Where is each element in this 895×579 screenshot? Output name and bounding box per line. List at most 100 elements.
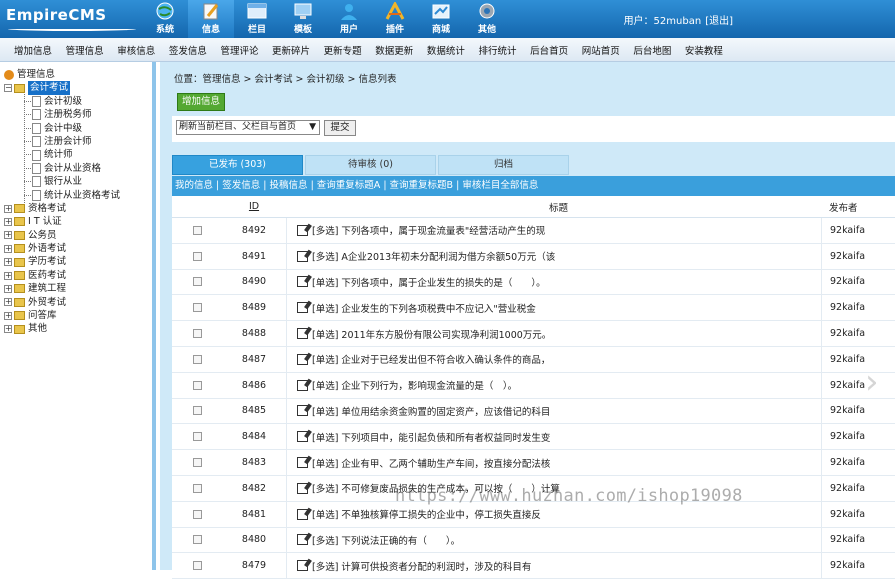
expand-icon[interactable]: + [4,244,12,253]
tree-category[interactable]: + 医药考试 [4,269,120,282]
row-checkbox[interactable] [192,509,202,519]
quick-link[interactable]: 投稿信息 [270,180,308,191]
quick-link[interactable]: 查询重复标题A [317,180,381,191]
edit-icon[interactable] [297,482,308,494]
subnav-item[interactable]: 安装教程 [685,43,723,57]
row-title[interactable]: [单选] 企业发生的下列各项税费中不应记入"营业税金 [312,301,536,315]
subnav-item[interactable]: 更新碎片 [272,43,310,57]
expand-icon[interactable]: + [4,204,12,213]
tree-item[interactable]: 会计初级 [4,95,120,108]
subnav-item[interactable]: 数据更新 [375,43,413,57]
refresh-select[interactable]: 刷新当前栏目、父栏目与首页 ▼ [176,120,320,135]
tree-item[interactable]: 统计师 [4,148,120,161]
status-tab[interactable]: 已发布 (303) [172,155,303,175]
row-checkbox[interactable] [192,354,202,364]
row-title[interactable]: [单选] 单位用结余资金购置的固定资产，应该借记的科目 [312,404,550,418]
edit-icon[interactable] [297,328,308,340]
expand-icon[interactable]: + [4,217,12,226]
row-checkbox[interactable] [192,251,202,261]
edit-icon[interactable] [297,405,308,417]
row-title[interactable]: [单选] 企业对于已经发出但不符合收入确认条件的商品， [312,352,550,366]
tree-item[interactable]: 会计中级 [4,122,120,135]
edit-icon[interactable] [297,276,308,288]
tree-category[interactable]: + 学历考试 [4,255,120,268]
subnav-item[interactable]: 后台首页 [530,43,568,57]
nav-monitor[interactable]: 模板 [280,0,326,38]
expand-icon[interactable]: + [4,231,12,240]
quick-link[interactable]: 签发信息 [222,180,260,191]
row-checkbox[interactable] [192,561,202,571]
subnav-item[interactable]: 管理信息 [66,43,104,57]
nav-tools[interactable]: 插件 [372,0,418,38]
row-checkbox[interactable] [192,329,202,339]
tree-category[interactable]: + 问答库 [4,309,120,322]
subnav-item[interactable]: 签发信息 [169,43,207,57]
status-tab[interactable]: 待审核 (0) [305,155,436,175]
nav-globe[interactable]: 系统 [142,0,188,38]
subnav-item[interactable]: 审核信息 [117,43,155,57]
expand-icon[interactable]: + [4,284,12,293]
expand-icon[interactable]: + [4,258,12,267]
status-tab[interactable]: 归档 [438,155,569,175]
collapse-icon[interactable]: − [4,84,12,93]
row-checkbox[interactable] [192,303,202,313]
row-title[interactable]: [单选] 企业下列行为，影响现金流量的是（ ）。 [312,378,517,392]
expand-icon[interactable]: + [4,298,12,307]
quick-link[interactable]: 我的信息 [175,180,213,191]
subnav-item[interactable]: 数据统计 [427,43,465,57]
row-checkbox[interactable] [192,432,202,442]
tree-item[interactable]: 注册税务师 [4,108,120,121]
edit-icon[interactable] [297,250,308,262]
row-title[interactable]: [单选] 2011年东方股份有限公司实现净利润1000万元。 [312,327,551,341]
tree-item[interactable]: 银行从业 [4,175,120,188]
subnav-item[interactable]: 后台地图 [633,43,671,57]
tree-category[interactable]: + 其他 [4,322,120,335]
tree-item[interactable]: 统计从业资格考试 [4,189,120,202]
edit-icon[interactable] [297,534,308,546]
subnav-item[interactable]: 网站首页 [582,43,620,57]
nav-store[interactable]: 商城 [418,0,464,38]
tree-item[interactable]: 注册会计师 [4,135,120,148]
quick-link[interactable]: 查询重复标题B [390,180,454,191]
nav-user[interactable]: 用户 [326,0,372,38]
row-title[interactable]: [多选] 下列各项中，属于现金流量表"经营活动产生的现 [312,223,545,237]
row-checkbox[interactable] [192,458,202,468]
tree-category[interactable]: + I T 认证 [4,215,120,228]
quick-link[interactable]: 审核栏目全部信息 [462,180,538,191]
tree-category[interactable]: + 建筑工程 [4,282,120,295]
row-title[interactable]: [多选] 下列说法正确的有（ ）。 [312,533,460,547]
tree-category[interactable]: + 公务员 [4,229,120,242]
row-title[interactable]: [多选] A企业2013年初未分配利润为借方余额50万元（该 [312,249,555,263]
nav-gear[interactable]: 其他 [464,0,510,38]
tree-category[interactable]: + 外语考试 [4,242,120,255]
tree-category[interactable]: + 外贸考试 [4,296,120,309]
row-title[interactable]: [多选] 计算可供投资者分配的利润时，涉及的科目有 [312,559,531,573]
add-info-button[interactable]: 增加信息 [177,93,225,111]
edit-icon[interactable] [297,508,308,520]
row-title[interactable]: [单选] 下列各项中，属于企业发生的损失的是（ ）。 [312,275,546,289]
edit-icon[interactable] [297,379,308,391]
edit-icon[interactable] [297,457,308,469]
edit-icon[interactable] [297,353,308,365]
row-checkbox[interactable] [192,483,202,493]
edit-icon[interactable] [297,431,308,443]
row-checkbox[interactable] [192,277,202,287]
submit-button[interactable]: 提交 [324,120,356,136]
row-checkbox[interactable] [192,380,202,390]
subnav-item[interactable]: 管理评论 [220,43,258,57]
edit-icon[interactable] [297,224,308,236]
subnav-item[interactable]: 增加信息 [14,43,52,57]
next-arrow-icon[interactable]: › [865,362,887,402]
edit-icon[interactable] [297,302,308,314]
tree-root[interactable]: 管理信息 [4,68,120,81]
subnav-item[interactable]: 更新专题 [324,43,362,57]
row-checkbox[interactable] [192,225,202,235]
tree-category[interactable]: + 资格考试 [4,202,120,215]
expand-icon[interactable]: + [4,311,12,320]
tree-category-open[interactable]: − 会计考试 [4,81,120,95]
row-title[interactable]: [单选] 企业有甲、乙两个辅助生产车间，按直接分配法核 [312,456,550,470]
row-checkbox[interactable] [192,406,202,416]
row-title[interactable]: [单选] 不单独核算停工损失的企业中，停工损失直接反 [312,507,541,521]
header-id[interactable]: ID [222,201,286,212]
expand-icon[interactable]: + [4,271,12,280]
